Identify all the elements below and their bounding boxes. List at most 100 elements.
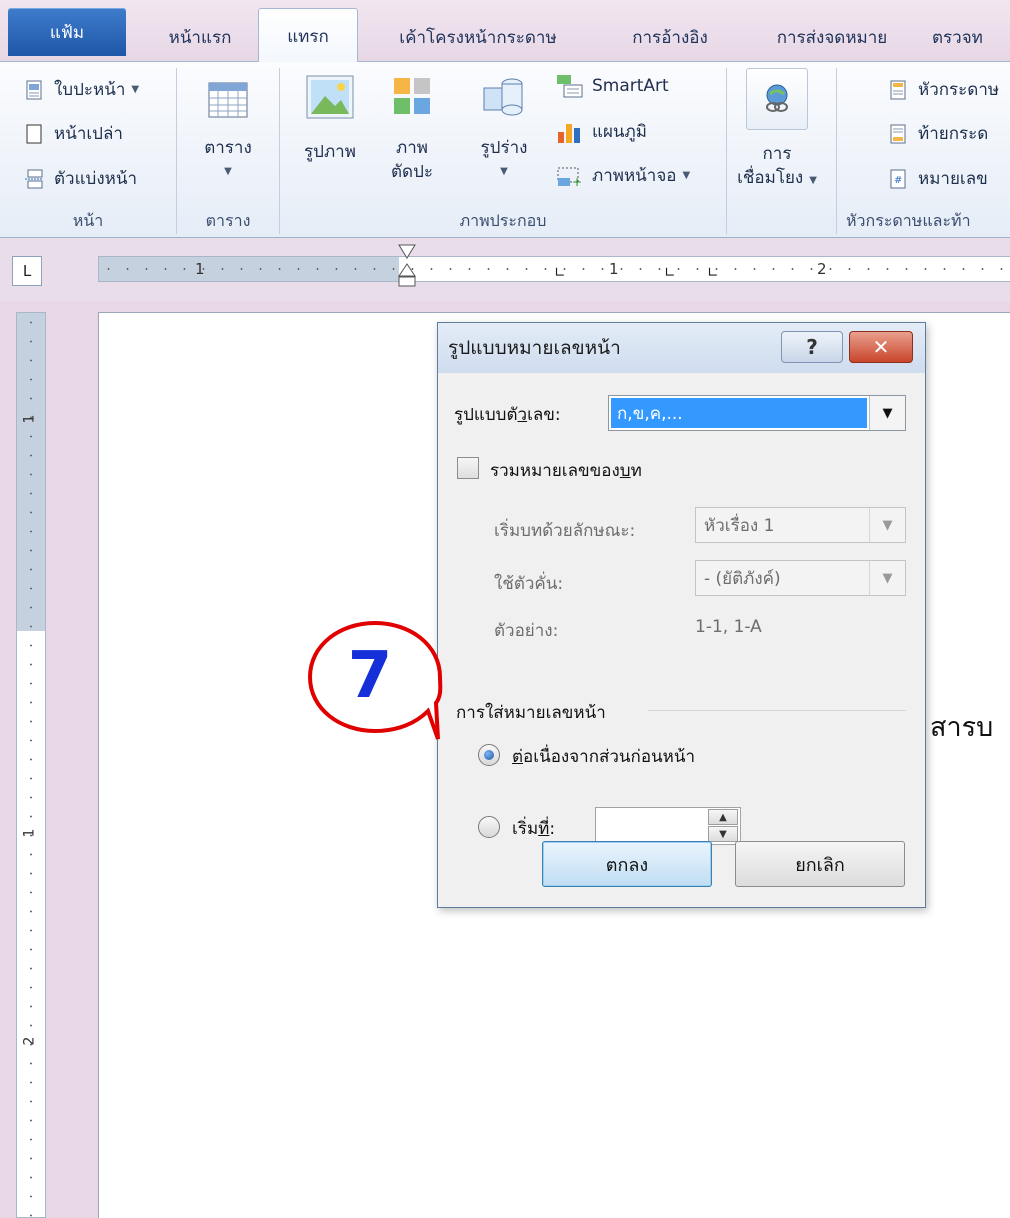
include-chapter-label: รวมหมายเลขของบท: [490, 461, 642, 481]
include-chapter-checkbox[interactable]: [457, 457, 479, 479]
examples-value: 1-1, 1-A: [695, 617, 762, 637]
cancel-button[interactable]: ยกเลิก: [735, 841, 905, 887]
links-button[interactable]: การ เชื่อมโยง ▼: [732, 68, 822, 193]
chevron-down-icon: ▼: [224, 166, 232, 177]
start-at-spinner[interactable]: ▲ ▼: [595, 807, 741, 845]
ruler-ticks: [30, 313, 32, 1217]
smartart-icon: [557, 75, 583, 98]
page-number-label: หมายเลข: [918, 169, 988, 189]
group-divider: [648, 710, 906, 711]
examples-label: ตัวอย่าง:: [494, 621, 559, 641]
screenshot-button[interactable]: + ภาพหน้าจอ ▼: [556, 162, 690, 189]
svg-text:#: #: [894, 175, 902, 186]
clip-art-button[interactable]: ภาพ ตัดปะ: [380, 74, 444, 184]
indent-marker-icon[interactable]: [398, 244, 416, 288]
chevron-down-icon[interactable]: ▼: [869, 508, 905, 542]
chart-label: แผนภูมิ: [592, 122, 647, 142]
group-label-tables: ตาราง: [205, 210, 251, 230]
ruler-area: L 1 1 2 ∟ ∟ ∟: [0, 238, 1010, 302]
page-number-format-dialog: รูปแบบหมายเลขหน้า ? ✕ รูปแบบตัวเลข: ก,ข,…: [437, 322, 926, 908]
start-at-label: เริ่มที่:: [512, 819, 556, 839]
page-number-button[interactable]: # หมายเลข: [888, 165, 988, 192]
chevron-down-icon[interactable]: ▼: [869, 561, 905, 595]
ok-button[interactable]: ตกลง: [542, 841, 712, 887]
ruler-number: 1: [21, 414, 38, 424]
help-button[interactable]: ?: [781, 331, 843, 363]
dialog-title: รูปแบบหมายเลขหน้า: [448, 337, 621, 359]
shapes-icon: [483, 78, 523, 116]
close-button[interactable]: ✕: [849, 331, 913, 363]
chart-icon: [558, 123, 580, 143]
chevron-down-icon: ▼: [500, 166, 508, 177]
tab-review[interactable]: ตรวจท: [932, 12, 1010, 62]
tab-insert[interactable]: แทรก: [258, 8, 358, 63]
shapes-button[interactable]: รูปร่าง ▼: [466, 74, 542, 184]
footer-button[interactable]: ท้ายกระด: [888, 120, 988, 147]
ribbon: ใบปะหน้า ▼ หน้าเปล่า ตัวแบ่งหน้า หน้า ตาร…: [0, 62, 1010, 238]
blank-page-icon: [26, 124, 42, 143]
blank-page-button[interactable]: หน้าเปล่า: [24, 120, 123, 147]
separator-label: ใช้ตัวคั่น:: [494, 574, 564, 594]
tab-file[interactable]: แฟ้ม: [8, 8, 126, 56]
tab-references[interactable]: การอ้างอิง: [605, 12, 735, 62]
page-break-icon: [25, 169, 43, 188]
ruler-number: 1: [21, 828, 38, 838]
ruler-number: 1: [609, 260, 619, 278]
number-format-label: รูปแบบตัวเลข:: [454, 405, 561, 425]
tab-page-layout[interactable]: เค้าโครงหน้ากระดาษ: [378, 12, 578, 62]
links-icon-frame: [746, 68, 808, 130]
chevron-down-icon: ▼: [131, 84, 140, 95]
page-numbering-label: การใส่หมายเลขหน้า: [456, 703, 606, 723]
chart-button[interactable]: แผนภูมิ: [556, 118, 647, 145]
clip-art-icon: [394, 78, 430, 114]
page-break-button[interactable]: ตัวแบ่งหน้า: [24, 165, 137, 192]
start-at-radio[interactable]: [478, 816, 500, 838]
screenshot-label: ภาพหน้าจอ: [592, 166, 677, 186]
clip-art-label-line1: ภาพ: [396, 138, 428, 158]
horizontal-ruler[interactable]: 1 1 2 ∟ ∟ ∟: [98, 256, 1010, 282]
blank-page-label: หน้าเปล่า: [54, 124, 123, 144]
group-separator: [176, 68, 177, 234]
tab-mailings[interactable]: การส่งจดหมาย: [752, 12, 912, 62]
spin-down-icon[interactable]: ▼: [708, 826, 738, 842]
vertical-ruler[interactable]: 1 1 2: [16, 312, 46, 1218]
chevron-down-icon[interactable]: ▼: [869, 396, 905, 430]
chapter-style-label: เริ่มบทด้วยลักษณะ:: [494, 521, 636, 541]
screenshot-icon: +: [557, 167, 582, 188]
number-format-select[interactable]: ก,ข,ค,... ▼: [608, 395, 906, 431]
table-button[interactable]: ตาราง ▼: [188, 78, 268, 184]
links-label-line2: เชื่อมโยง: [737, 168, 804, 188]
continue-from-previous-radio[interactable]: [478, 744, 500, 766]
separator-value: - (ยัติภังค์): [704, 568, 781, 589]
group-label-pages: หน้า: [72, 210, 104, 230]
dialog-body: รูปแบบตัวเลข: ก,ข,ค,... ▼ รวมหมายเลขของบ…: [438, 373, 925, 907]
chapter-style-select[interactable]: หัวเรื่อง 1 ▼: [695, 507, 906, 543]
chevron-down-icon: ▼: [682, 170, 691, 181]
header-label: หัวกระดาษ: [918, 80, 1000, 100]
footer-label: ท้ายกระด: [918, 124, 989, 144]
ribbon-tab-strip: แฟ้ม หน้าแรก แทรก เค้าโครงหน้ากระดาษ การ…: [0, 0, 1010, 63]
spin-up-icon[interactable]: ▲: [708, 809, 738, 825]
cover-page-label: ใบปะหน้า: [54, 80, 126, 100]
separator-select[interactable]: - (ยัติภังค์) ▼: [695, 560, 906, 596]
shapes-label: รูปร่าง: [480, 138, 528, 158]
links-icon: [766, 84, 788, 112]
picture-icon: [306, 75, 354, 119]
cover-page-button[interactable]: ใบปะหน้า ▼: [24, 76, 139, 103]
table-label: ตาราง: [204, 138, 252, 158]
svg-text:+: +: [572, 175, 582, 188]
continue-from-previous-label: ต่อเนื่องจากส่วนก่อนหน้า: [512, 747, 696, 767]
ruler-number: 1: [195, 260, 205, 278]
ruler-number: 2: [21, 1036, 38, 1046]
header-button[interactable]: หัวกระดาษ: [888, 76, 999, 103]
page-number-icon: #: [890, 169, 906, 188]
group-label-illustrations: ภาพประกอบ: [459, 210, 547, 230]
tab-selector[interactable]: L: [12, 256, 42, 286]
footer-icon: [890, 124, 906, 143]
smartart-button[interactable]: SmartArt: [556, 74, 669, 98]
step-callout-number: 7: [347, 639, 393, 713]
tab-home[interactable]: หน้าแรก: [150, 12, 250, 62]
picture-button[interactable]: รูปภาพ: [290, 72, 370, 164]
tab-stop-icon: ∟: [664, 265, 676, 281]
tab-stop-icon: ∟: [707, 265, 719, 281]
